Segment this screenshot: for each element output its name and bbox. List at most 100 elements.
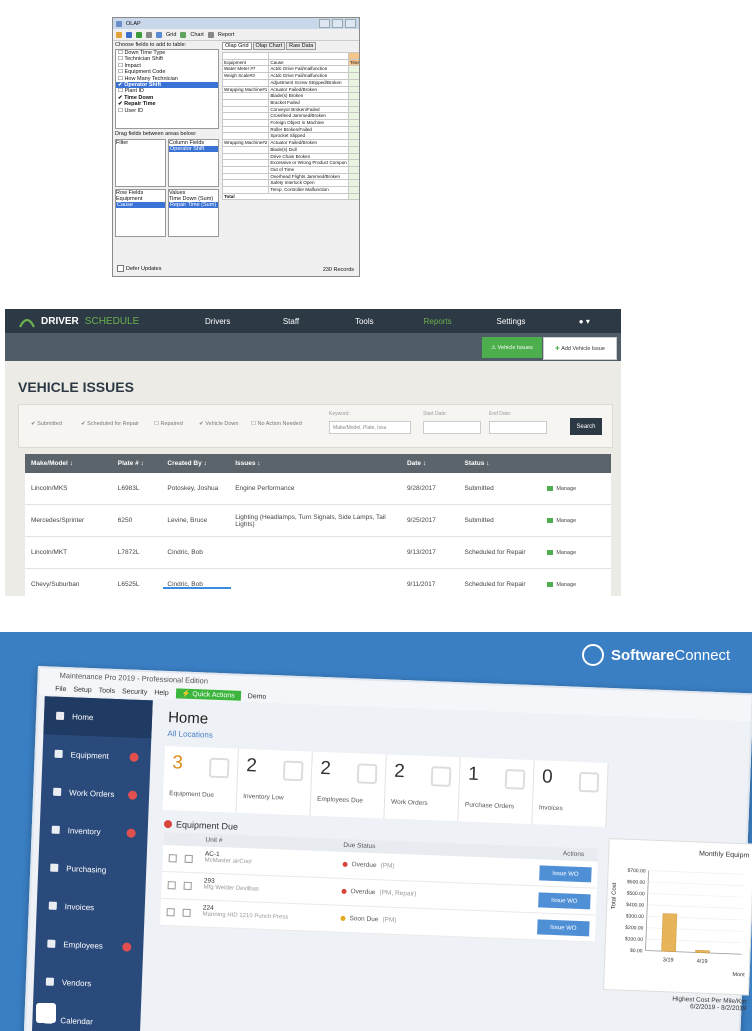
equipment-cell (221, 112, 270, 121)
grid-button[interactable]: Grid (166, 32, 176, 38)
nav-settings[interactable]: Settings (474, 317, 547, 326)
sidebar-item-purchasing[interactable]: Purchasing (38, 848, 147, 890)
home-title: Home (167, 709, 209, 728)
tab-raw-data[interactable]: Raw Data (286, 42, 317, 50)
column-header[interactable]: Created By ↕ (161, 454, 230, 473)
unit-column-header[interactable]: Unit # (205, 837, 222, 845)
export-icon[interactable] (136, 31, 142, 38)
tile-icon (356, 763, 378, 785)
notification-badge (122, 941, 132, 952)
nav-drivers[interactable]: Drivers (181, 317, 254, 326)
sidebar-item-equipment[interactable]: Equipment (42, 734, 151, 776)
menu-help[interactable]: Help (154, 689, 169, 697)
cause-cell: Blade(s) Broken (268, 92, 349, 100)
manage-link[interactable]: Manage (547, 582, 610, 588)
filter-area[interactable]: Filter (115, 139, 166, 187)
equipment-cell (221, 172, 270, 181)
action-bar: ⚠ Vehicle Issues ✚ Add Vehicle Issue (5, 333, 621, 361)
filter-scheduled[interactable]: ✔ Scheduled for Repair (81, 421, 139, 427)
menu-tools[interactable]: Tools (99, 687, 116, 695)
filter-repaired[interactable]: ☐ Repaired (154, 421, 183, 427)
sidebar-item-work-orders[interactable]: Work Orders (40, 772, 149, 814)
nav-reports[interactable]: Reports (401, 317, 474, 326)
row-checkbox[interactable] (183, 881, 192, 891)
user-menu[interactable]: ● ▾ (548, 317, 621, 326)
expand-icon[interactable] (166, 908, 175, 917)
chart-button[interactable]: Chart (190, 32, 203, 38)
filter-submitted[interactable]: ✔ Submitted (31, 421, 62, 427)
issue-wo-button[interactable]: Issue WO (537, 919, 590, 937)
sidebar-item-vendors[interactable]: Vendors (33, 962, 142, 1004)
field-list[interactable]: ☐ Down Time Type ☐ Technician Shift ☐ Impa… (115, 49, 219, 129)
summary-tile[interactable]: 0 Invoices (532, 760, 609, 827)
expand-icon[interactable] (168, 854, 177, 863)
nav-staff[interactable]: Staff (254, 317, 327, 326)
minimize-icon[interactable] (319, 19, 330, 28)
sidebar-item-home[interactable]: Home (43, 696, 153, 739)
column-header[interactable]: Plate # ↕ (111, 454, 162, 473)
location-link[interactable]: All Locations (167, 729, 213, 740)
grid-column-header[interactable]: Cause (268, 58, 349, 67)
search-button[interactable]: Search (570, 418, 602, 435)
defer-checkbox[interactable] (117, 265, 124, 272)
value-item[interactable]: Repair Time (Sum) (169, 202, 218, 208)
column-fields-area[interactable]: Column Fields Operator Shift (168, 139, 219, 187)
row-checkbox[interactable] (182, 908, 191, 918)
menu-file[interactable]: File (55, 685, 67, 692)
field-list-item[interactable]: ☐ User ID (116, 108, 218, 114)
manage-link[interactable]: Manage (547, 518, 610, 524)
start-date-input[interactable] (423, 421, 481, 434)
end-date-input[interactable] (489, 421, 547, 434)
keyword-input[interactable]: Make/Model, Plate, Issu (329, 421, 411, 434)
filter-vehicle-down[interactable]: ✔ Vehicle Down (199, 421, 238, 427)
row-fields-area[interactable]: Row Fields Equipment Cause (115, 189, 166, 237)
vehicle-issues-button[interactable]: ⚠ Vehicle Issues (482, 337, 542, 358)
brand-logo[interactable]: DRIVER SCHEDULE (5, 315, 181, 328)
column-field-item[interactable]: Operator Shift (169, 146, 218, 152)
manage-link[interactable]: Manage (547, 550, 610, 556)
cell-plate: L6983L (111, 473, 162, 505)
add-vehicle-issue-button[interactable]: ✚ Add Vehicle Issue (543, 337, 617, 360)
quick-actions-button[interactable]: ⚡ Quick Actions (175, 688, 241, 701)
grid-column-header[interactable]: Time Down (347, 58, 359, 67)
status-dot-icon (340, 915, 346, 921)
column-header[interactable]: Make/Model ↕ (25, 454, 112, 473)
due-status-column-header[interactable]: Due Status (343, 842, 375, 850)
close-icon[interactable] (345, 19, 356, 28)
due-status: Soon Due (PM) (340, 915, 397, 924)
manage-link[interactable]: Manage (547, 486, 610, 492)
open-icon[interactable] (116, 31, 122, 38)
sidebar-item-inventory[interactable]: Inventory (39, 810, 148, 852)
due-status: Overdue (PM) (342, 861, 395, 870)
values-area[interactable]: Values Time Down (Sum) Repair Time (Sum) (168, 189, 219, 237)
column-header[interactable]: Status ↕ (458, 454, 542, 473)
report-button[interactable]: Report (218, 32, 235, 38)
column-header[interactable]: Date ↕ (400, 454, 459, 473)
issue-wo-button[interactable]: Issue WO (538, 892, 591, 910)
maximize-icon[interactable] (332, 19, 343, 28)
expand-icon[interactable] (167, 881, 176, 890)
summary-tile[interactable]: 1 Purchase Orders (458, 757, 535, 825)
summary-tile[interactable]: 2 Inventory Low (236, 748, 313, 816)
row-field-item[interactable]: Cause (116, 202, 165, 208)
tab-olap-chart[interactable]: Olap Chart (252, 42, 286, 50)
save-icon[interactable] (126, 31, 132, 38)
filter-no-action[interactable]: ☐ No Action Needed (251, 421, 302, 427)
menu-setup[interactable]: Setup (73, 686, 92, 694)
row-checkbox[interactable] (184, 854, 193, 864)
sidebar-item-invoices[interactable]: Invoices (36, 886, 145, 928)
menu-security[interactable]: Security (122, 688, 148, 696)
summary-tile[interactable]: 2 Work Orders (384, 754, 461, 822)
undo-icon[interactable] (146, 31, 152, 38)
column-header[interactable] (541, 454, 611, 473)
summary-tile[interactable]: 3 Equipment Due (162, 745, 239, 813)
tab-olap-grid[interactable]: Olap Grid (222, 42, 252, 50)
gridline (645, 938, 742, 944)
grid-column-header[interactable]: Equipment (221, 58, 270, 67)
issue-wo-button[interactable]: Issue WO (539, 865, 592, 883)
sidebar-item-employees[interactable]: Employees (35, 924, 144, 966)
column-header[interactable]: Issues ↕ (229, 454, 401, 473)
cause-cell: Actdc Drive Fail/malfunction (268, 72, 349, 80)
summary-tile[interactable]: 2 Employees Due (310, 751, 387, 819)
nav-tools[interactable]: Tools (328, 317, 401, 326)
